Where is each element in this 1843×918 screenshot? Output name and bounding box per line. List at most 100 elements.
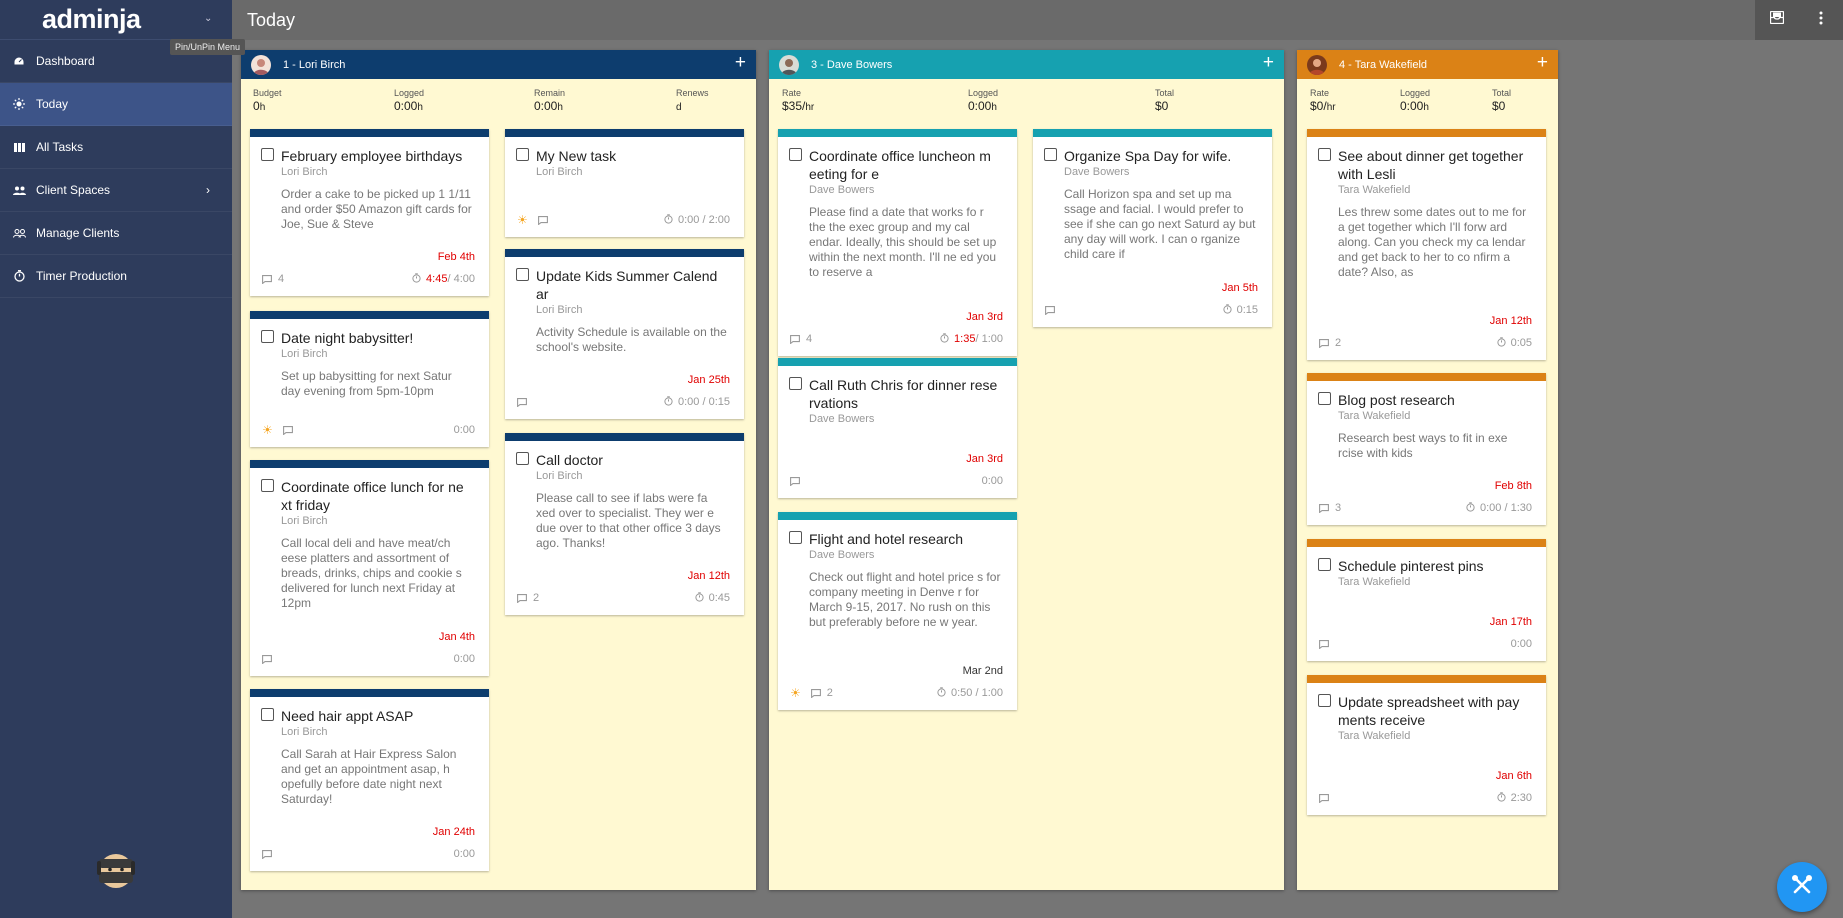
task-card[interactable]: Call Ruth Chris for dinner rese rvations…	[778, 358, 1017, 498]
timer-icon[interactable]	[1496, 336, 1506, 350]
task-title[interactable]: Need hair appt ASAP	[281, 707, 477, 725]
card-color-bar	[1307, 129, 1546, 137]
timer-icon[interactable]	[664, 395, 673, 409]
complete-checkbox[interactable]	[1318, 148, 1331, 161]
task-card[interactable]: Call doctor Lori Birch Please call to see …	[505, 433, 744, 615]
complete-checkbox[interactable]	[789, 531, 802, 544]
due-date: Jan 3rd	[966, 311, 1003, 323]
task-card[interactable]: See about dinner get together with Lesli…	[1307, 129, 1546, 360]
timer-icon[interactable]	[1496, 791, 1506, 805]
task-title[interactable]: Update Kids Summer Calend ar	[536, 267, 732, 303]
comment-icon[interactable]	[517, 397, 527, 407]
timer-icon[interactable]	[1466, 501, 1475, 515]
today-sun-icon[interactable]: ☀	[517, 213, 528, 227]
timer-icon[interactable]	[937, 686, 946, 700]
complete-checkbox[interactable]	[261, 708, 274, 721]
complete-checkbox[interactable]	[261, 479, 274, 492]
timer-fab-button[interactable]	[1777, 862, 1827, 912]
column-title: 1 - Lori Birch	[283, 58, 346, 71]
complete-checkbox[interactable]	[516, 452, 529, 465]
comment-icon[interactable]	[1319, 503, 1329, 513]
today-sun-icon[interactable]: ☀	[790, 686, 801, 700]
task-card[interactable]: Update Kids Summer Calend ar Lori Birch Ac…	[505, 249, 744, 419]
task-title[interactable]: February employee birthdays	[281, 147, 477, 165]
task-title[interactable]: Blog post research	[1338, 391, 1534, 409]
complete-checkbox[interactable]	[789, 377, 802, 390]
comment-icon[interactable]	[537, 215, 548, 225]
timer-icon[interactable]	[412, 272, 421, 286]
complete-checkbox[interactable]	[1044, 148, 1057, 161]
timer-icon[interactable]	[940, 332, 949, 346]
comment-icon[interactable]	[1319, 338, 1329, 348]
inbox-button[interactable]	[1755, 0, 1799, 40]
task-card[interactable]: Need hair appt ASAP Lori Birch Call Sarah …	[250, 689, 489, 871]
task-card[interactable]: February employee birthdays Lori Birch Ord…	[250, 129, 489, 296]
task-card[interactable]: Organize Spa Day for wife. Dave Bowers Cal…	[1033, 129, 1272, 327]
today-sun-icon[interactable]: ☀	[262, 423, 273, 437]
sidebar-item-all-tasks[interactable]: All Tasks	[0, 126, 232, 169]
complete-checkbox[interactable]	[516, 148, 529, 161]
task-title[interactable]: Call doctor	[536, 451, 732, 469]
add-task-button[interactable]: +	[1263, 53, 1274, 73]
complete-checkbox[interactable]	[1318, 694, 1331, 707]
column-header: 3 - Dave Bowers +	[769, 50, 1284, 79]
task-card[interactable]: Schedule pinterest pins Tara Wakefield Jan…	[1307, 539, 1546, 661]
comment-icon[interactable]	[1319, 639, 1329, 649]
comment-icon[interactable]	[262, 654, 272, 664]
complete-checkbox[interactable]	[261, 148, 274, 161]
task-card[interactable]: Coordinate office lunch for ne xt friday…	[250, 460, 489, 676]
more-menu-button[interactable]	[1799, 0, 1843, 40]
task-client: Lori Birch	[536, 470, 583, 482]
ninja-mascot-avatar[interactable]	[94, 850, 138, 890]
task-client: Tara Wakefield	[1338, 730, 1411, 742]
task-description: Activity Schedule is available on the sc…	[536, 325, 727, 354]
comment-icon[interactable]	[517, 593, 527, 603]
task-card[interactable]: Flight and hotel research Dave Bowers Chec…	[778, 512, 1017, 710]
timer-icon[interactable]	[1222, 303, 1232, 317]
task-card[interactable]: Coordinate office luncheon m eeting for …	[778, 129, 1017, 356]
comment-icon[interactable]	[262, 274, 272, 284]
comment-icon[interactable]	[1319, 793, 1329, 803]
add-task-button[interactable]: +	[735, 53, 746, 73]
timer-icon[interactable]	[664, 213, 673, 227]
complete-checkbox[interactable]	[1318, 392, 1331, 405]
comment-icon[interactable]	[810, 688, 821, 698]
sidebar-item-client-spaces[interactable]: Client Spaces ›	[0, 169, 232, 212]
add-task-button[interactable]: +	[1537, 53, 1548, 73]
task-title[interactable]: Flight and hotel research	[809, 530, 1005, 548]
task-title[interactable]: Call Ruth Chris for dinner rese rvations	[809, 376, 1005, 412]
comment-icon[interactable]	[1045, 305, 1055, 315]
task-card[interactable]: Date night babysitter! Lori Birch Set up b…	[250, 311, 489, 447]
people-icon	[12, 183, 26, 197]
task-title[interactable]: Date night babysitter!	[281, 329, 477, 347]
complete-checkbox[interactable]	[789, 148, 802, 161]
comment-icon[interactable]	[282, 425, 293, 435]
avatar	[779, 54, 799, 75]
comment-icon[interactable]	[790, 334, 800, 344]
task-card[interactable]: Update spreadsheet with pay ments receiv…	[1307, 675, 1546, 815]
column-stats: Budget 0h Logged 0:00h Remain 0:00h Renews d	[241, 79, 756, 122]
sidebar-item-manage-clients[interactable]: Manage Clients	[0, 212, 232, 255]
complete-checkbox[interactable]	[1318, 558, 1331, 571]
sidebar-item-today[interactable]: Today	[0, 83, 232, 126]
task-title[interactable]: See about dinner get together with Lesli	[1338, 147, 1534, 183]
complete-checkbox[interactable]	[261, 330, 274, 343]
task-title[interactable]: Coordinate office luncheon m eeting for …	[809, 147, 1005, 183]
task-card[interactable]: Blog post research Tara Wakefield Research…	[1307, 373, 1546, 525]
task-title[interactable]: Coordinate office lunch for ne xt friday	[281, 478, 477, 514]
task-card[interactable]: My New task Lori Birch ☀ 0:00 / 2:00	[505, 129, 744, 237]
app-logo[interactable]: adminja	[0, 0, 232, 40]
stat-total: Total $0	[1492, 88, 1512, 113]
task-title[interactable]: Schedule pinterest pins	[1338, 557, 1534, 575]
task-title[interactable]: My New task	[536, 147, 732, 165]
complete-checkbox[interactable]	[516, 268, 529, 281]
pin-menu-icon[interactable]: ⌄	[204, 13, 212, 24]
task-title[interactable]: Update spreadsheet with pay ments receiv…	[1338, 693, 1534, 729]
sidebar-item-timer-production[interactable]: Timer Production	[0, 255, 232, 298]
timer-icon[interactable]	[694, 591, 704, 605]
task-title[interactable]: Organize Spa Day for wife.	[1064, 147, 1260, 165]
stat-renews: Renews d	[676, 88, 709, 113]
column-stats: Rate $35/hr Logged 0:00h Total $0	[769, 79, 1284, 122]
comment-icon[interactable]	[262, 849, 272, 859]
comment-icon[interactable]	[790, 476, 800, 486]
